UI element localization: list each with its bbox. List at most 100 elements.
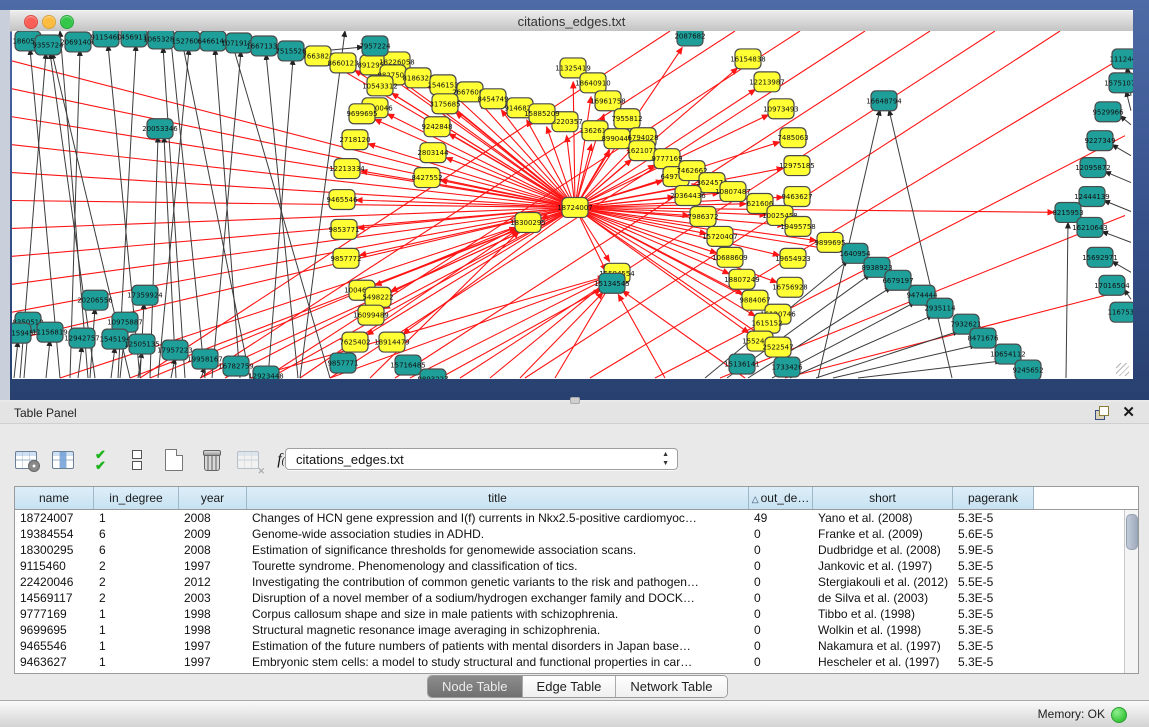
- cell-short[interactable]: Hescheler et al. (1997): [813, 654, 953, 670]
- network-node[interactable]: 7485063: [777, 128, 808, 148]
- network-node[interactable]: 1112443: [1109, 49, 1133, 69]
- network-node[interactable]: 20206556: [77, 290, 113, 310]
- network-node[interactable]: 12213334: [329, 159, 365, 179]
- network-node[interactable]: 8471676: [967, 328, 998, 348]
- scrollbar-thumb[interactable]: [1126, 514, 1138, 550]
- cell-short[interactable]: Stergiakouli et al. (2012): [813, 574, 953, 590]
- cell-in_degree[interactable]: 2: [94, 590, 179, 606]
- network-node[interactable]: 16154838: [730, 49, 766, 69]
- network-node[interactable]: 12095872: [1075, 158, 1111, 178]
- network-graph[interactable]: 1872400711325419186409101696175879558121…: [12, 31, 1133, 379]
- column-header-out_degree[interactable]: △out_de…: [749, 487, 813, 509]
- network-node[interactable]: 15692971: [1082, 247, 1118, 267]
- cell-name[interactable]: 9115460: [15, 558, 94, 574]
- column-header-short[interactable]: short: [813, 487, 953, 509]
- cell-year[interactable]: 1997: [179, 558, 247, 574]
- tab-network-table[interactable]: Network Table: [616, 676, 726, 697]
- table-row[interactable]: 946554611997Estimation of the future num…: [15, 638, 1125, 654]
- cell-title[interactable]: Investigating the contribution of common…: [247, 574, 749, 590]
- window-resize-grip[interactable]: [1116, 363, 1129, 376]
- network-node[interactable]: 9777169: [651, 149, 682, 169]
- network-node[interactable]: 12505135: [124, 334, 160, 354]
- split-pane-grabber[interactable]: [570, 397, 580, 404]
- network-node[interactable]: 3915945: [12, 323, 34, 343]
- cell-year[interactable]: 2003: [179, 590, 247, 606]
- cell-short[interactable]: Dudbridge et al. (2008): [813, 542, 953, 558]
- network-node[interactable]: 12975185: [779, 156, 815, 176]
- network-node[interactable]: 16210643: [1072, 217, 1108, 237]
- tab-edge-table[interactable]: Edge Table: [523, 676, 617, 697]
- cell-in_degree[interactable]: 1: [94, 654, 179, 670]
- network-node[interactable]: 18914479: [374, 332, 410, 352]
- cell-short[interactable]: Tibbo et al. (1998): [813, 606, 953, 622]
- network-node[interactable]: 10688609: [712, 247, 748, 267]
- network-node[interactable]: 9463627: [781, 187, 812, 207]
- cell-short[interactable]: Jankovic et al. (1997): [813, 558, 953, 574]
- cell-year[interactable]: 1997: [179, 654, 247, 670]
- network-node[interactable]: 15134545: [594, 273, 630, 293]
- network-node[interactable]: 9893227: [417, 369, 448, 379]
- network-node[interactable]: 2087682: [674, 31, 705, 46]
- network-node[interactable]: 16099489: [353, 305, 389, 325]
- table-selector-dropdown[interactable]: citations_edges.txt ▲▼: [285, 448, 678, 470]
- cell-pagerank[interactable]: 5.3E-5: [953, 510, 1034, 526]
- table-row[interactable]: 1456911722003Disruption of a novel membe…: [15, 590, 1125, 606]
- cell-title[interactable]: Estimation of the future numbers of pati…: [247, 638, 749, 654]
- network-node[interactable]: 7515526: [275, 41, 306, 61]
- network-node[interactable]: 10973493: [763, 99, 799, 119]
- network-canvas[interactable]: 1872400711325419186409101696175879558121…: [12, 31, 1133, 379]
- cell-pagerank[interactable]: 5.3E-5: [953, 638, 1034, 654]
- cell-pagerank[interactable]: 5.3E-5: [953, 622, 1034, 638]
- cell-name[interactable]: 19384554: [15, 526, 94, 542]
- cell-name[interactable]: 18300295: [15, 542, 94, 558]
- network-node[interactable]: 7625402: [339, 332, 370, 352]
- network-node[interactable]: 9465546: [326, 190, 357, 210]
- cell-short[interactable]: de Silva et al. (2003): [813, 590, 953, 606]
- network-node[interactable]: 18300295: [510, 212, 546, 232]
- show-columns-icon[interactable]: [51, 448, 75, 472]
- cell-title[interactable]: Embryonic stem cells: a model to study s…: [247, 654, 749, 670]
- network-node[interactable]: 19654923: [775, 248, 811, 268]
- row-height-icon[interactable]: [125, 448, 149, 472]
- network-node[interactable]: 17016504: [1094, 275, 1130, 295]
- network-node[interactable]: 9699695: [346, 104, 377, 124]
- cell-out_degree[interactable]: 0: [749, 526, 813, 542]
- network-node[interactable]: 2803144: [417, 143, 449, 163]
- network-node[interactable]: 11156819: [32, 322, 68, 342]
- close-panel-icon[interactable]: ✕: [1122, 403, 1135, 421]
- network-node[interactable]: 7986372: [687, 206, 718, 226]
- network-node[interactable]: 20053346: [142, 119, 178, 139]
- cell-out_degree[interactable]: 0: [749, 590, 813, 606]
- column-header-year[interactable]: year: [179, 487, 247, 509]
- network-node[interactable]: 18807249: [724, 269, 760, 289]
- cell-year[interactable]: 1997: [179, 638, 247, 654]
- table-row[interactable]: 1872400712008Changes of HCN gene express…: [15, 510, 1125, 526]
- table-row[interactable]: 1830029562008Estimation of significance …: [15, 542, 1125, 558]
- network-node[interactable]: 10543312: [362, 76, 398, 96]
- network-node[interactable]: 1615152: [751, 313, 782, 333]
- cell-short[interactable]: Yano et al. (2008): [813, 510, 953, 526]
- network-node[interactable]: 6679197: [882, 270, 913, 290]
- memory-status-icon[interactable]: [1111, 707, 1127, 723]
- network-node[interactable]: 9857772: [330, 248, 361, 268]
- network-node[interactable]: 17359924: [127, 285, 163, 305]
- network-node[interactable]: 9242848: [421, 117, 452, 137]
- network-node[interactable]: 19495758: [780, 216, 816, 236]
- float-panel-icon[interactable]: [1095, 406, 1109, 420]
- cell-title[interactable]: Disruption of a novel member of a sodium…: [247, 590, 749, 606]
- network-window-titlebar[interactable]: citations_edges.txt: [10, 10, 1133, 32]
- network-node[interactable]: 9857771: [327, 353, 358, 373]
- cell-title[interactable]: Structural magnetic resonance image aver…: [247, 622, 749, 638]
- cell-short[interactable]: Franke et al. (2009): [813, 526, 953, 542]
- network-node[interactable]: 9853771: [328, 219, 359, 239]
- table-row[interactable]: 977716911998Corpus callosum shape and si…: [15, 606, 1125, 622]
- network-node[interactable]: 10807487: [715, 182, 751, 202]
- network-node[interactable]: 18640910: [575, 73, 611, 93]
- cell-short[interactable]: Nakamura et al. (1997): [813, 638, 953, 654]
- column-header-name[interactable]: name: [15, 487, 94, 509]
- table-row[interactable]: 969969511998Structural magnetic resonanc…: [15, 622, 1125, 638]
- cell-year[interactable]: 2008: [179, 510, 247, 526]
- network-node[interactable]: 2522547: [762, 337, 793, 357]
- cell-pagerank[interactable]: 5.5E-5: [953, 574, 1034, 590]
- cell-short[interactable]: Wolkin et al. (1998): [813, 622, 953, 638]
